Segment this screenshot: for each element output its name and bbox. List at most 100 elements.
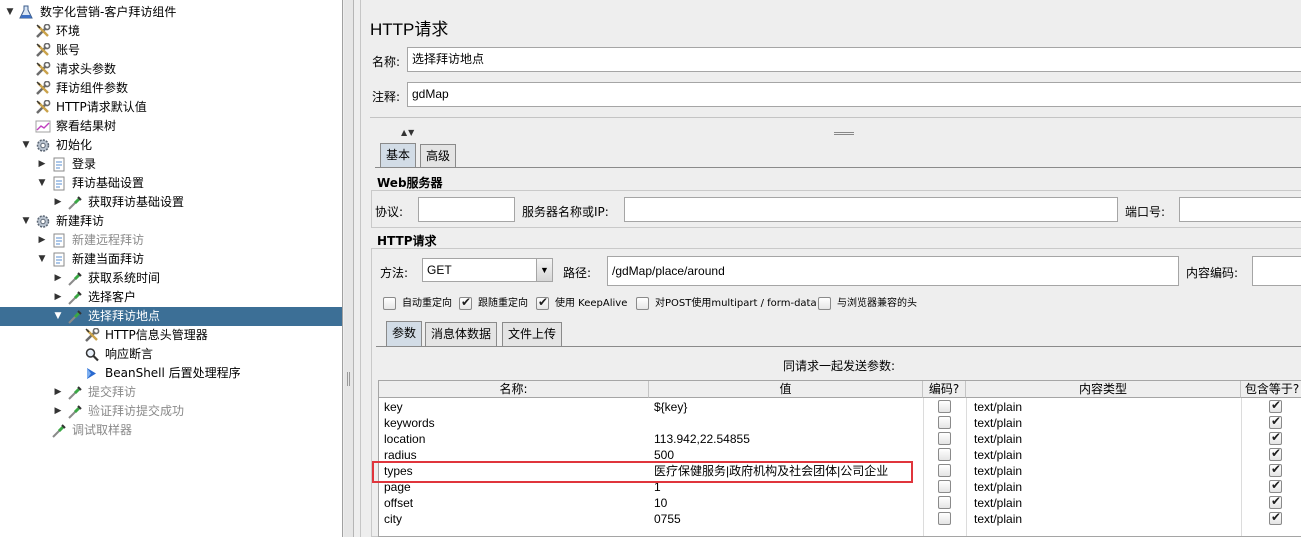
table-row[interactable]: key ${key} text/plain bbox=[379, 398, 1301, 415]
panel-splitter-grip[interactable] bbox=[834, 132, 854, 135]
name-field[interactable]: 选择拜访地点 bbox=[407, 47, 1301, 72]
tree-node[interactable]: ▼ 新建拜访 bbox=[0, 212, 340, 231]
encode-checkbox[interactable] bbox=[938, 512, 951, 525]
tree-node[interactable]: 账号 bbox=[0, 41, 340, 60]
expanded-toggle-icon[interactable]: ▼ bbox=[53, 307, 63, 326]
param-content-type-cell[interactable]: text/plain bbox=[966, 511, 1241, 527]
tree-node[interactable]: ▶ 获取系统时间 bbox=[0, 269, 340, 288]
tree-node[interactable]: ▶ 提交拜访 bbox=[0, 383, 340, 402]
tree-node[interactable]: ▼ 选择拜访地点 bbox=[0, 307, 342, 326]
collapsed-toggle-icon[interactable]: ▶ bbox=[53, 193, 63, 212]
collapsed-toggle-icon[interactable]: ▶ bbox=[37, 155, 47, 174]
tree-node[interactable]: HTTP请求默认值 bbox=[0, 98, 340, 117]
tree-node[interactable]: BeanShell 后置处理程序 bbox=[0, 364, 340, 383]
column-name[interactable]: 名称: bbox=[379, 381, 649, 398]
browser-headers-checkbox[interactable] bbox=[818, 297, 831, 310]
protocol-field[interactable] bbox=[418, 197, 515, 222]
path-field[interactable]: /gdMap/place/around bbox=[607, 256, 1179, 286]
include-equals-checkbox[interactable] bbox=[1269, 494, 1282, 509]
tree-node[interactable]: ▶ 验证拜访提交成功 bbox=[0, 402, 340, 421]
collapse-arrows[interactable]: ▲▼ bbox=[401, 128, 415, 137]
param-content-type-cell[interactable]: text/plain bbox=[966, 495, 1241, 511]
include-equals-checkbox[interactable] bbox=[1269, 414, 1282, 429]
param-content-type-cell[interactable]: text/plain bbox=[966, 447, 1241, 463]
tab-parameters[interactable]: 参数 bbox=[386, 321, 423, 346]
parameters-table[interactable]: 名称: 值 编码? 内容类型 包含等于? key ${key} text/plain… bbox=[378, 380, 1301, 537]
expanded-toggle-icon[interactable]: ▼ bbox=[37, 174, 47, 193]
include-equals-checkbox[interactable] bbox=[1269, 446, 1282, 461]
server-field[interactable] bbox=[624, 197, 1118, 222]
column-include-equals[interactable]: 包含等于? bbox=[1241, 381, 1301, 398]
param-content-type-cell[interactable]: text/plain bbox=[966, 431, 1241, 447]
param-value-cell[interactable]: 113.942,22.54855 bbox=[649, 431, 923, 447]
collapsed-toggle-icon[interactable]: ▶ bbox=[37, 231, 47, 250]
tree-node[interactable]: ▶ 登录 bbox=[0, 155, 340, 174]
collapsed-toggle-icon[interactable]: ▶ bbox=[53, 288, 63, 307]
table-row[interactable]: offset 10 text/plain bbox=[379, 494, 1301, 511]
param-name-cell[interactable]: key bbox=[379, 399, 649, 415]
column-value[interactable]: 值 bbox=[649, 381, 923, 398]
encode-checkbox[interactable] bbox=[938, 496, 951, 509]
tree-node[interactable]: ▼ 初始化 bbox=[0, 136, 340, 155]
encode-checkbox[interactable] bbox=[938, 416, 951, 429]
collapsed-toggle-icon[interactable]: ▶ bbox=[53, 402, 63, 421]
multipart-checkbox[interactable] bbox=[636, 297, 649, 310]
port-field[interactable] bbox=[1179, 197, 1301, 222]
param-content-type-cell[interactable]: text/plain bbox=[966, 463, 1241, 479]
expanded-toggle-icon[interactable]: ▼ bbox=[21, 212, 31, 231]
param-name-cell[interactable]: keywords bbox=[379, 415, 649, 431]
param-value-cell[interactable] bbox=[649, 415, 923, 431]
include-equals-checkbox[interactable] bbox=[1269, 398, 1282, 413]
tree-node[interactable]: 拜访组件参数 bbox=[0, 79, 340, 98]
param-name-cell[interactable]: city bbox=[379, 511, 649, 527]
splitter-grip[interactable] bbox=[347, 372, 350, 386]
tree-node[interactable]: 察看结果树 bbox=[0, 117, 340, 136]
encoding-field[interactable] bbox=[1252, 256, 1301, 286]
auto-redirect-checkbox[interactable] bbox=[383, 297, 396, 310]
tree-node[interactable]: HTTP信息头管理器 bbox=[0, 326, 340, 345]
param-value-cell[interactable]: 10 bbox=[649, 495, 923, 511]
table-row[interactable]: city 0755 text/plain bbox=[379, 510, 1301, 527]
tree-node[interactable]: 调试取样器 bbox=[0, 421, 340, 440]
tree-node[interactable]: ▼ 数字化营销-客户拜访组件 bbox=[0, 3, 340, 22]
tree-node[interactable]: 响应断言 bbox=[0, 345, 340, 364]
include-equals-checkbox[interactable] bbox=[1269, 478, 1282, 493]
column-encode[interactable]: 编码? bbox=[923, 381, 966, 398]
tree-node[interactable]: ▶ 选择客户 bbox=[0, 288, 340, 307]
collapsed-toggle-icon[interactable]: ▶ bbox=[53, 383, 63, 402]
column-content-type[interactable]: 内容类型 bbox=[966, 381, 1241, 398]
collapsed-toggle-icon[interactable]: ▶ bbox=[53, 269, 63, 288]
include-equals-checkbox[interactable] bbox=[1269, 510, 1282, 525]
tree-node[interactable]: 环境 bbox=[0, 22, 340, 41]
splitter-handle[interactable] bbox=[344, 0, 354, 537]
comment-field[interactable]: gdMap bbox=[407, 82, 1301, 107]
param-content-type-cell[interactable]: text/plain bbox=[966, 399, 1241, 415]
tab-file-upload[interactable]: 文件上传 bbox=[502, 322, 563, 346]
param-content-type-cell[interactable]: text/plain bbox=[966, 479, 1241, 495]
include-equals-checkbox[interactable] bbox=[1269, 462, 1282, 477]
expanded-toggle-icon[interactable]: ▼ bbox=[5, 3, 15, 22]
tab-basic[interactable]: 基本 bbox=[380, 143, 417, 168]
param-content-type-cell[interactable]: text/plain bbox=[966, 415, 1241, 431]
encode-checkbox[interactable] bbox=[938, 480, 951, 493]
param-value-cell[interactable]: ${key} bbox=[649, 399, 923, 415]
follow-redirect-checkbox[interactable] bbox=[459, 295, 472, 310]
table-row[interactable]: keywords text/plain bbox=[379, 414, 1301, 431]
expanded-toggle-icon[interactable]: ▼ bbox=[37, 250, 47, 269]
expanded-toggle-icon[interactable]: ▼ bbox=[21, 136, 31, 155]
chevron-down-icon[interactable]: ▼ bbox=[536, 259, 552, 281]
keepalive-checkbox[interactable] bbox=[536, 295, 549, 310]
encode-checkbox[interactable] bbox=[938, 448, 951, 461]
encode-checkbox[interactable] bbox=[938, 400, 951, 413]
param-name-cell[interactable]: location bbox=[379, 431, 649, 447]
tree-node[interactable]: ▼ 新建当面拜访 bbox=[0, 250, 340, 269]
test-plan-tree[interactable]: ▼ 数字化营销-客户拜访组件 环境 账号 请求头参数 拜访组件参数 HTTP请求默认值 察看结… bbox=[0, 0, 343, 537]
method-select[interactable]: GET ▼ bbox=[422, 258, 553, 282]
tree-node[interactable]: ▶ 新建远程拜访 bbox=[0, 231, 340, 250]
tree-node[interactable]: 请求头参数 bbox=[0, 60, 340, 79]
tree-node[interactable]: ▼ 拜访基础设置 bbox=[0, 174, 340, 193]
encode-checkbox[interactable] bbox=[938, 432, 951, 445]
encode-checkbox[interactable] bbox=[938, 464, 951, 477]
tree-node[interactable]: ▶ 获取拜访基础设置 bbox=[0, 193, 340, 212]
table-row[interactable]: location 113.942,22.54855 text/plain bbox=[379, 430, 1301, 447]
